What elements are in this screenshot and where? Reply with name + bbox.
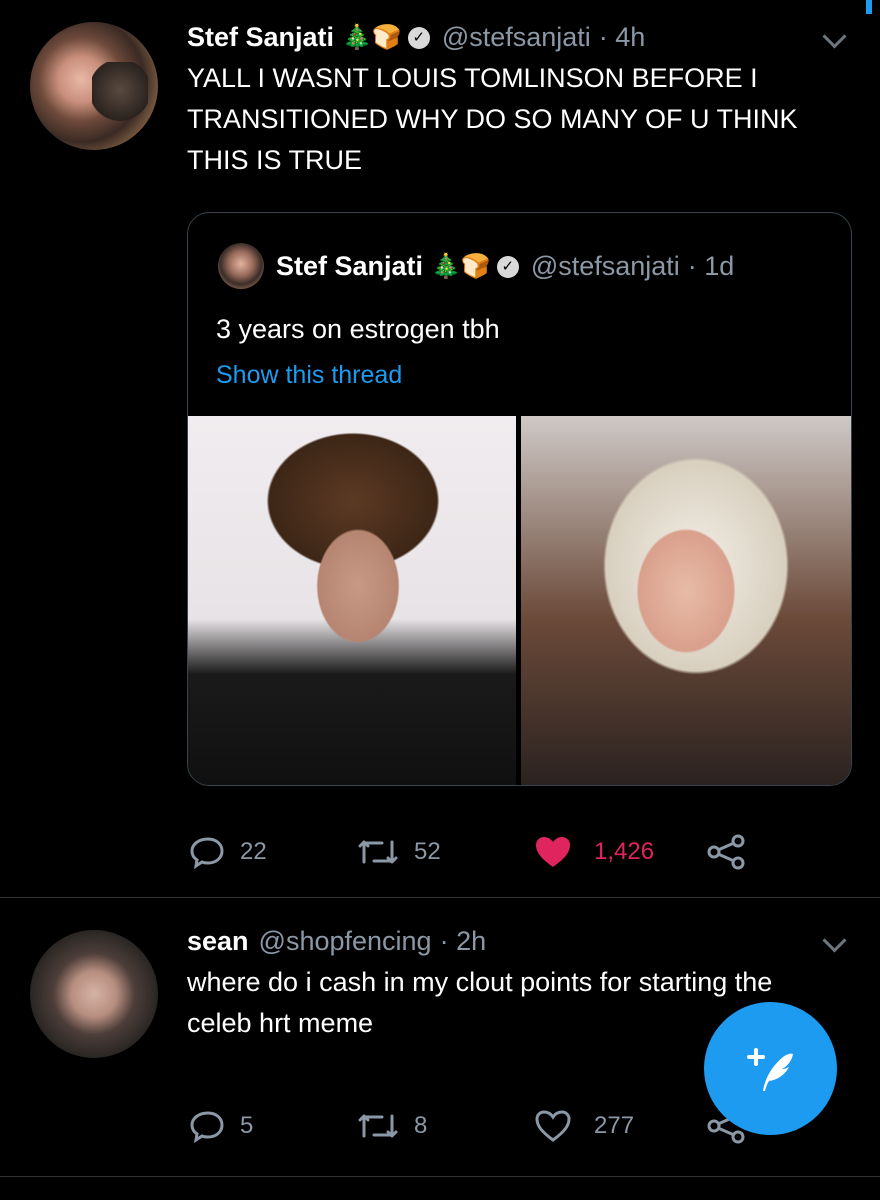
like-button[interactable]: 277 xyxy=(534,1109,634,1143)
reply-count: 22 xyxy=(240,838,267,865)
tweet-header: sean @shopfencing · 2h xyxy=(187,926,486,957)
retweet-button[interactable]: 52 xyxy=(356,836,441,868)
quoted-tweet[interactable]: Stef Sanjati 🎄🍞 ✓ @stefsanjati · 1d 3 ye… xyxy=(187,212,852,786)
verified-check-icon: ✓ xyxy=(407,26,430,49)
reply-icon xyxy=(190,837,224,870)
quote-display-name: Stef Sanjati xyxy=(276,251,424,281)
retweet-button[interactable]: 8 xyxy=(356,1110,427,1142)
verified-check-icon: ✓ xyxy=(496,255,519,278)
timestamp[interactable]: · 2h xyxy=(440,926,487,957)
avatar[interactable] xyxy=(30,930,158,1058)
quote-photo-right[interactable] xyxy=(521,416,851,785)
show-thread-link[interactable]: Show this thread xyxy=(216,361,402,390)
tweet-stef[interactable]: Stef Sanjati 🎄🍞 ✓ @stefsanjati · 4h YALL… xyxy=(0,0,880,900)
display-name[interactable]: sean xyxy=(187,926,249,957)
like-count: 277 xyxy=(594,1112,635,1139)
handle[interactable]: @shopfencing xyxy=(259,926,432,957)
handle[interactable]: @stefsanjati xyxy=(442,22,591,53)
retweet-count: 52 xyxy=(414,838,441,865)
avatar[interactable] xyxy=(30,22,158,150)
reply-icon xyxy=(190,1111,224,1144)
share-button[interactable] xyxy=(706,834,746,870)
quote-avatar xyxy=(218,243,264,289)
tweet-text: YALL I WASNT LOUIS TOMLINSON BEFORE I TR… xyxy=(187,63,798,175)
share-icon xyxy=(707,834,745,870)
reply-button[interactable]: 5 xyxy=(190,1108,253,1144)
like-button[interactable]: 1,426 xyxy=(534,835,654,869)
quote-text: 3 years on estrogen tbh xyxy=(216,314,500,344)
chevron-down-icon[interactable] xyxy=(822,24,847,49)
tweet-header: Stef Sanjati 🎄🍞 ✓ @stefsanjati · 4h xyxy=(187,22,645,53)
display-name[interactable]: Stef Sanjati xyxy=(187,22,334,53)
tweet-actions: 22 52 1,426 xyxy=(0,830,880,874)
compose-tweet-button[interactable] xyxy=(704,1002,837,1135)
retweet-count: 8 xyxy=(414,1112,428,1139)
timestamp[interactable]: · 4h xyxy=(599,22,646,53)
quote-header: Stef Sanjati 🎄🍞 ✓ @stefsanjati · 1d xyxy=(276,251,734,282)
heart-icon xyxy=(536,837,570,867)
chevron-down-icon[interactable] xyxy=(822,928,847,953)
quote-handle: @stefsanjati xyxy=(530,251,680,281)
like-count: 1,426 xyxy=(594,838,655,865)
divider xyxy=(0,1176,880,1177)
retweet-icon xyxy=(358,840,398,864)
name-emoji: 🎄🍞 xyxy=(342,24,402,51)
quote-photo-left[interactable] xyxy=(188,416,516,785)
quote-timestamp: · 1d xyxy=(687,251,735,281)
heart-icon xyxy=(535,1110,571,1142)
reply-button[interactable]: 22 xyxy=(190,834,267,870)
divider xyxy=(0,897,880,898)
quote-name-emoji: 🎄🍞 xyxy=(431,253,491,280)
reply-count: 5 xyxy=(240,1112,254,1139)
retweet-icon xyxy=(358,1114,398,1138)
compose-tweet-icon xyxy=(746,1047,793,1091)
